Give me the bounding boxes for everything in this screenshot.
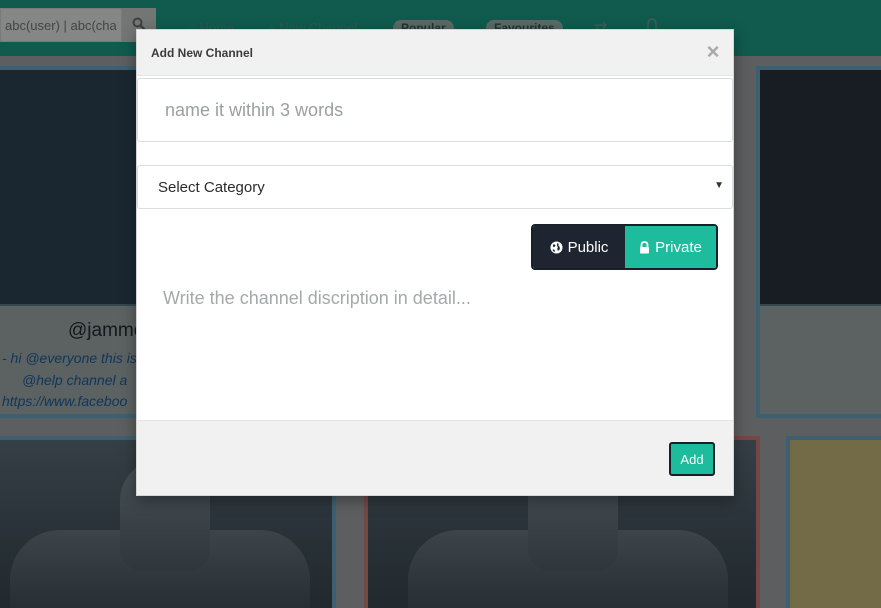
add-channel-modal: Add New Channel × Select Category ▼ Publ… (136, 29, 734, 496)
category-select[interactable]: Select Category ▼ (137, 165, 733, 209)
channel-description-textarea[interactable] (137, 270, 733, 420)
private-button[interactable]: Private (625, 226, 716, 268)
modal-title: Add New Channel (151, 46, 254, 60)
private-button-label: Private (655, 238, 702, 256)
modal-header: Add New Channel × (137, 30, 733, 76)
globe-icon (550, 240, 563, 254)
public-button[interactable]: Public (533, 226, 625, 268)
channel-name-input[interactable] (137, 78, 733, 142)
caret-down-icon: ▼ (714, 180, 724, 191)
public-button-label: Public (567, 238, 609, 256)
add-button[interactable]: Add (669, 442, 715, 476)
category-select-value: Select Category (158, 179, 265, 196)
close-icon[interactable]: × (703, 41, 723, 63)
visibility-toggle: Public Private (531, 224, 718, 270)
lock-icon (640, 240, 650, 253)
modal-footer: Add (137, 420, 733, 495)
